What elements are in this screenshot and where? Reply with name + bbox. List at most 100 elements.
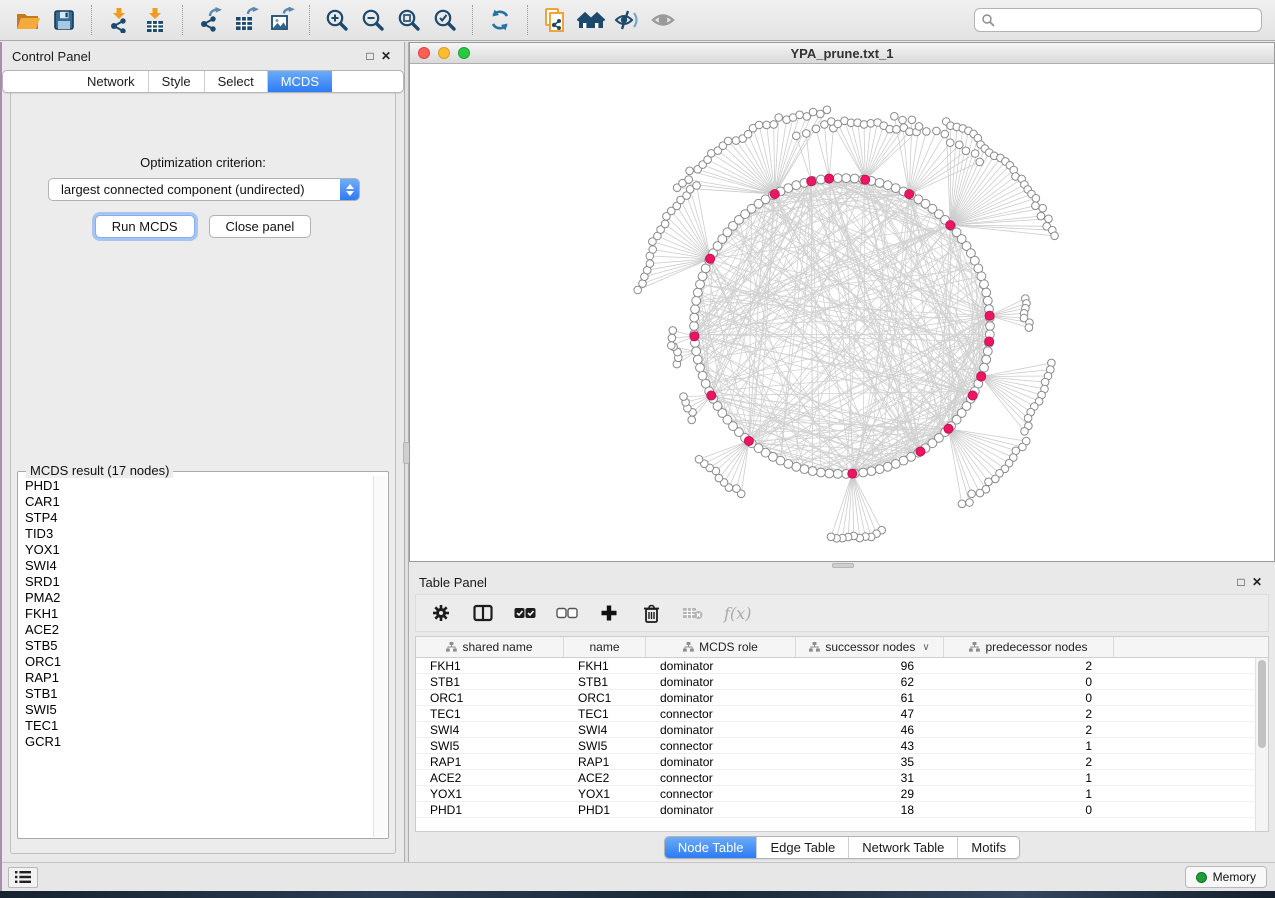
- table-row[interactable]: YOX1YOX1connector291: [416, 786, 1268, 802]
- column-header-shared-name[interactable]: shared name: [416, 637, 564, 657]
- export-image-icon: [269, 7, 296, 33]
- table-row[interactable]: TEC1TEC1connector472: [416, 706, 1268, 722]
- table-row[interactable]: SWI4SWI4dominator462: [416, 722, 1268, 738]
- table-row[interactable]: ACE2ACE2connector311: [416, 770, 1268, 786]
- mcds-result-item[interactable]: SWI5: [25, 702, 373, 718]
- mcds-result-item[interactable]: CAR1: [25, 494, 373, 510]
- column-header-name[interactable]: name: [564, 637, 646, 657]
- table-row[interactable]: ORC1ORC1dominator610: [416, 690, 1268, 706]
- mcds-result-item[interactable]: GCR1: [25, 734, 373, 750]
- refresh-button[interactable]: [482, 3, 518, 37]
- column-header-successor-nodes[interactable]: successor nodes∨: [796, 637, 944, 657]
- run-mcds-button[interactable]: Run MCDS: [95, 215, 195, 238]
- mcds-result-item[interactable]: YOX1: [25, 542, 373, 558]
- column-header-predecessor-nodes[interactable]: predecessor nodes: [944, 637, 1114, 657]
- search-box[interactable]: [974, 8, 1262, 32]
- tab-network[interactable]: Network: [74, 71, 148, 92]
- add-column-button[interactable]: [598, 602, 620, 624]
- table-row[interactable]: STB1STB1dominator620: [416, 674, 1268, 690]
- table-scrollbar-thumb[interactable]: [1258, 660, 1266, 748]
- open-file-button[interactable]: [10, 3, 46, 37]
- table-settings-button[interactable]: [430, 602, 452, 624]
- network-graph[interactable]: [410, 64, 1274, 561]
- table-cell: 47: [796, 706, 944, 721]
- tab-mcds[interactable]: MCDS: [267, 71, 332, 92]
- mcds-result-item[interactable]: ACE2: [25, 622, 373, 638]
- table-tab-node-table[interactable]: Node Table: [665, 837, 757, 858]
- double-house-icon: [577, 8, 605, 32]
- zoom-out-button[interactable]: [355, 3, 391, 37]
- network-titlebar[interactable]: YPA_prune.txt_1: [410, 43, 1274, 64]
- hide-selected-button[interactable]: [609, 3, 645, 37]
- sort-indicator-icon: ∨: [922, 642, 929, 653]
- select-all-button[interactable]: [514, 602, 536, 624]
- save-floppy-icon: [52, 8, 76, 32]
- mcds-result-item[interactable]: TID3: [25, 526, 373, 542]
- memory-button[interactable]: Memory: [1185, 866, 1267, 888]
- mcds-result-item[interactable]: TEC1: [25, 718, 373, 734]
- close-panel-button[interactable]: Close panel: [209, 215, 312, 238]
- table-row[interactable]: RAP1RAP1dominator352: [416, 754, 1268, 770]
- toggle-panes-button[interactable]: [472, 602, 494, 624]
- table-row[interactable]: PHD1PHD1dominator180: [416, 802, 1268, 818]
- mcds-result-item[interactable]: SRD1: [25, 574, 373, 590]
- table-cell: ACE2: [416, 770, 564, 785]
- table-cell: 18: [796, 802, 944, 817]
- clone-network-button[interactable]: [537, 3, 573, 37]
- show-all-button[interactable]: [645, 3, 681, 37]
- mcds-result-item[interactable]: FKH1: [25, 606, 373, 622]
- mcds-result-item[interactable]: RAP1: [25, 670, 373, 686]
- export-network-button[interactable]: [192, 3, 228, 37]
- mcds-result-item[interactable]: STB5: [25, 638, 373, 654]
- table-scrollbar[interactable]: [1255, 658, 1268, 831]
- criterion-select[interactable]: largest connected component (undirected): [48, 178, 360, 201]
- mcds-result-item[interactable]: SWI4: [25, 558, 373, 574]
- table-tab-edge-table[interactable]: Edge Table: [756, 837, 848, 858]
- save-button[interactable]: [46, 3, 82, 37]
- zoom-selected-button[interactable]: [427, 3, 463, 37]
- delete-column-button[interactable]: [640, 602, 662, 624]
- table-cell: connector: [646, 786, 796, 801]
- gear-icon: [432, 604, 450, 622]
- table-tab-motifs[interactable]: Motifs: [957, 837, 1019, 858]
- export-image-button[interactable]: [264, 3, 300, 37]
- zoom-fit-button[interactable]: [391, 3, 427, 37]
- deselect-all-button[interactable]: [556, 602, 578, 624]
- zoom-in-button[interactable]: [319, 3, 355, 37]
- mcds-result-item[interactable]: STB1: [25, 686, 373, 702]
- table-cell: 96: [796, 658, 944, 673]
- column-header-mcds-role[interactable]: MCDS role: [646, 637, 796, 657]
- search-input[interactable]: [1000, 13, 1255, 27]
- table-cell: dominator: [646, 802, 796, 817]
- tab-style[interactable]: Style: [148, 71, 204, 92]
- table-row[interactable]: FKH1FKH1dominator962: [416, 658, 1268, 674]
- toolbar-separator: [182, 5, 183, 35]
- table-tab-network-table[interactable]: Network Table: [848, 837, 957, 858]
- table-cell: 0: [944, 802, 1114, 817]
- table-cell: connector: [646, 738, 796, 753]
- eye-slash-icon: [613, 8, 641, 32]
- network-canvas[interactable]: [410, 64, 1274, 561]
- home-networks-button[interactable]: [573, 3, 609, 37]
- close-table-panel-icon[interactable]: ✕: [1249, 575, 1265, 589]
- table-cell: 29: [796, 786, 944, 801]
- search-icon: [981, 13, 995, 27]
- export-table-button[interactable]: [228, 3, 264, 37]
- mcds-list-scrollbar[interactable]: [373, 476, 387, 837]
- table-tabs: Node TableEdge TableNetwork TableMotifs: [664, 836, 1020, 859]
- table-row[interactable]: SWI5SWI5connector431: [416, 738, 1268, 754]
- mcds-result-item[interactable]: PMA2: [25, 590, 373, 606]
- float-table-panel-icon[interactable]: □: [1233, 575, 1249, 589]
- toolbar-separator: [91, 5, 92, 35]
- float-panel-icon[interactable]: □: [362, 49, 378, 63]
- mcds-result-item[interactable]: ORC1: [25, 654, 373, 670]
- import-network-button[interactable]: [101, 3, 137, 37]
- mcds-result-item[interactable]: PHD1: [25, 478, 373, 494]
- close-panel-icon[interactable]: ✕: [378, 49, 394, 63]
- column-type-icon: [809, 642, 820, 652]
- mcds-result-item[interactable]: STP4: [25, 510, 373, 526]
- task-history-button[interactable]: [8, 867, 38, 888]
- tab-select[interactable]: Select: [204, 71, 267, 92]
- import-table-button[interactable]: [137, 3, 173, 37]
- table-cell: dominator: [646, 754, 796, 769]
